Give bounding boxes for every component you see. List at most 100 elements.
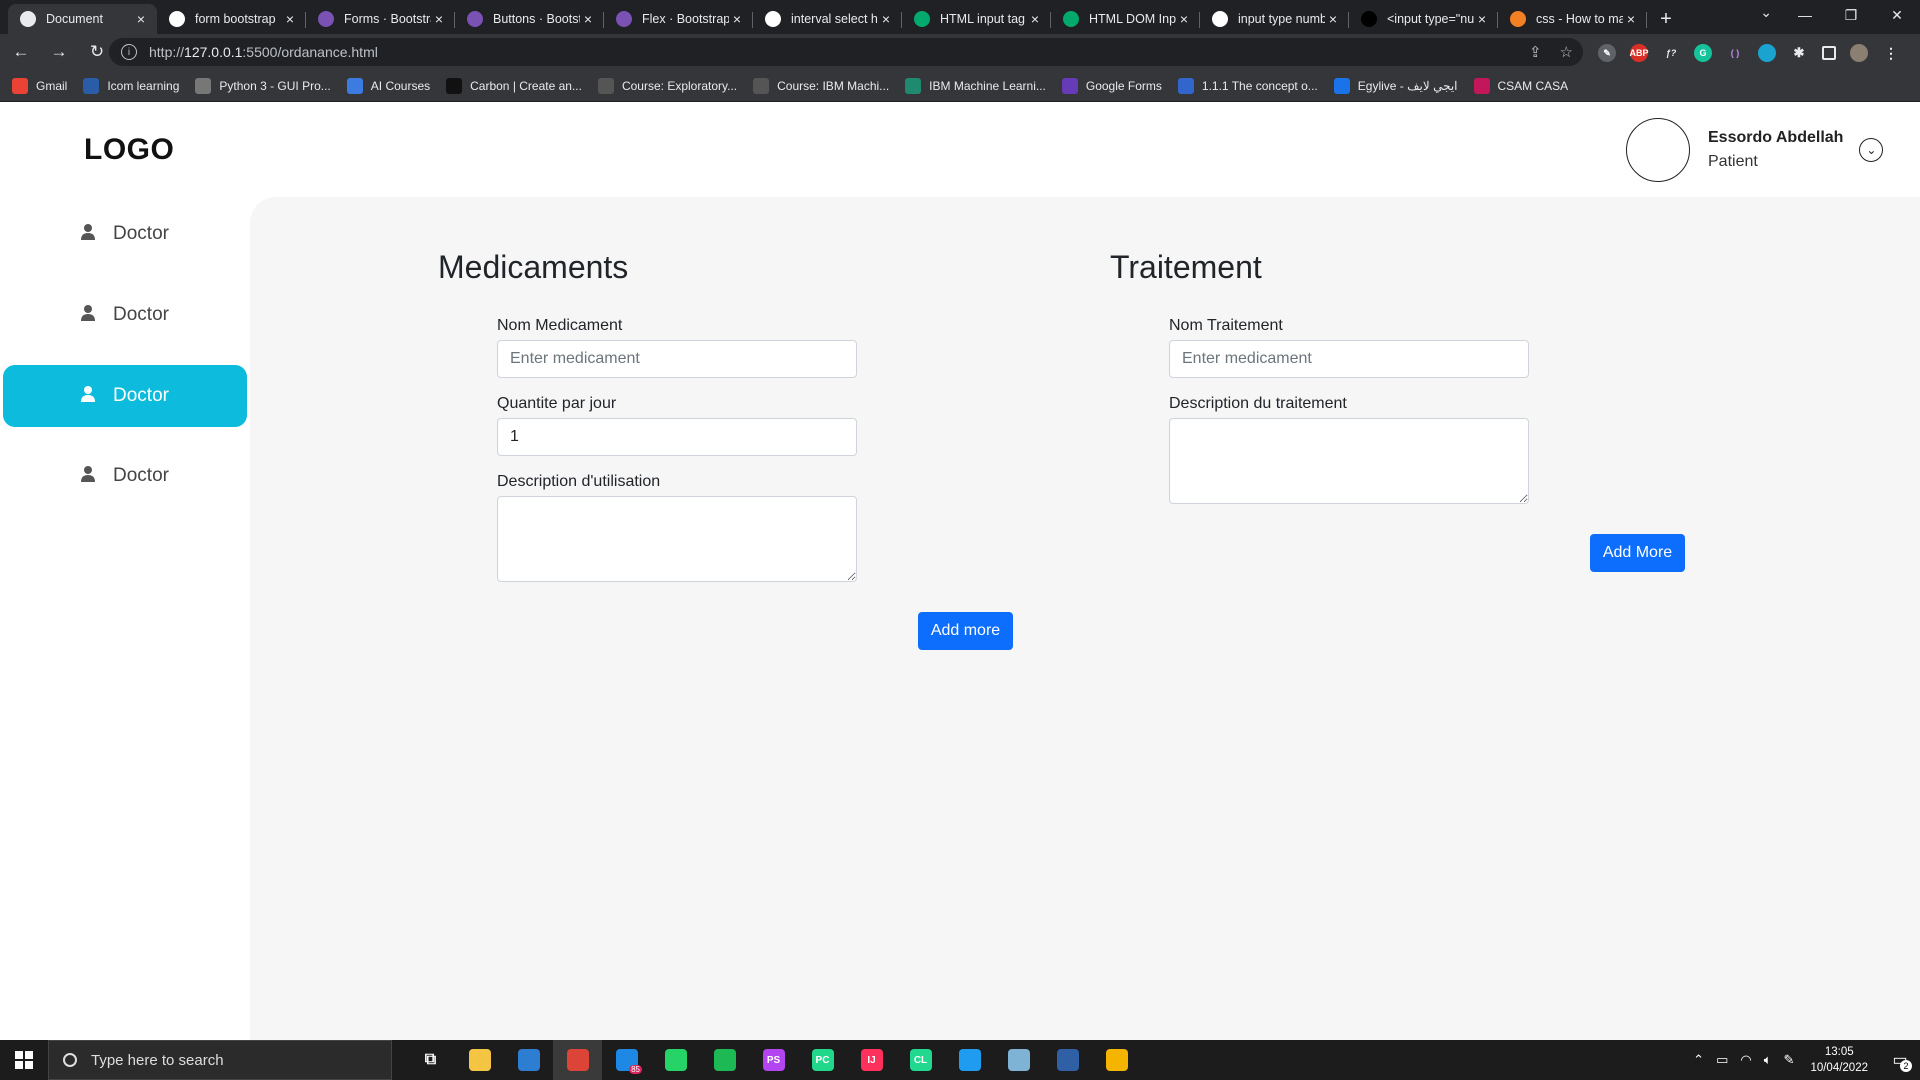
doctor-icon (81, 305, 95, 321)
store-icon[interactable] (504, 1040, 553, 1080)
volume-icon[interactable]: 🔈︎ (1764, 1052, 1772, 1068)
restore-icon[interactable]: ❐ (1828, 0, 1874, 30)
bookmark-item[interactable]: Carbon | Create an... (446, 77, 582, 94)
notification-icon[interactable]: ▭ 2 (1880, 1040, 1920, 1080)
bookmark-item[interactable]: CSAM CASA (1473, 77, 1568, 94)
spotify-icon[interactable] (700, 1040, 749, 1080)
bookmark-item[interactable]: Course: Exploratory... (597, 77, 737, 94)
clion-icon[interactable]: CL (896, 1040, 945, 1080)
browser-tab[interactable]: Document × (8, 4, 157, 34)
clock[interactable]: 13:05 10/04/2022 (1810, 1044, 1868, 1076)
quantite-input[interactable] (497, 418, 857, 456)
mail-icon[interactable]: 85 (602, 1040, 651, 1080)
close-tab-icon[interactable]: × (1325, 11, 1341, 27)
sidebar-item-doctor[interactable]: Doctor (3, 445, 247, 507)
bookmark-item[interactable]: Course: IBM Machi... (753, 77, 889, 94)
bookmark-item[interactable]: Egylive - ايجي لايف (1333, 77, 1458, 94)
forward-icon[interactable]: → (42, 37, 76, 67)
browser-tab[interactable]: Flex · Bootstrap × (604, 4, 753, 34)
add-more-medicament-button[interactable]: Add more (918, 612, 1013, 650)
sidebar-item-doctor[interactable]: Doctor (3, 365, 247, 427)
intellij-icon[interactable]: IJ (847, 1040, 896, 1080)
browser-tab[interactable]: input type number× (1200, 4, 1349, 34)
pycharm-icon[interactable]: PC (798, 1040, 847, 1080)
browser-tab[interactable]: css - How to make× (1498, 4, 1647, 34)
sidebar-item-label: Doctor (113, 385, 169, 406)
bootstrap-icon (318, 11, 334, 27)
adblock-icon[interactable]: ABP (1630, 44, 1649, 62)
edge-extension-icon[interactable] (1758, 44, 1776, 62)
site-info-icon[interactable]: i (121, 44, 137, 60)
sidebar-item-doctor[interactable]: Doctor (3, 203, 247, 265)
bookmark-label: 1.1.1 The concept o... (1201, 78, 1318, 93)
menu-dots-icon[interactable]: ⋮ (1882, 44, 1900, 62)
bookmark-item[interactable]: Python 3 - GUI Pro... (195, 77, 331, 94)
minimize-icon[interactable]: — (1782, 0, 1828, 30)
profile-avatar-icon[interactable] (1850, 44, 1868, 62)
bookmark-item[interactable]: Gmail (12, 77, 67, 94)
tray-chevron-icon[interactable]: ⌃ (1693, 1052, 1704, 1068)
chevron-down-icon[interactable]: ⌄ (1859, 138, 1884, 162)
whatsapp-icon[interactable] (651, 1040, 700, 1080)
address-bar[interactable]: i http://127.0.0.1:5500/ordanance.html ⇪… (109, 38, 1583, 66)
phpstorm-icon[interactable]: PS (749, 1040, 798, 1080)
avatar[interactable] (1626, 118, 1690, 182)
nom-medicament-input[interactable] (497, 340, 857, 378)
bookmark-item[interactable]: IBM Machine Learni... (905, 77, 1046, 94)
nom-traitement-input[interactable] (1169, 340, 1529, 378)
browser-tab[interactable]: form bootstrap × (157, 4, 306, 34)
close-tab-icon[interactable]: × (878, 11, 894, 27)
puzzle-icon[interactable]: ✱ (1790, 44, 1808, 62)
function-icon[interactable]: ƒ? (1662, 44, 1680, 62)
file-explorer-icon[interactable] (455, 1040, 504, 1080)
bookmark-item[interactable]: Icom learning (83, 77, 179, 94)
wifi-icon[interactable]: ◠ (1740, 1052, 1751, 1068)
taskbar-search-box[interactable]: Type here to search (48, 1040, 392, 1080)
notepad-icon[interactable] (994, 1040, 1043, 1080)
browser-tab[interactable]: HTML input tag × (902, 4, 1051, 34)
windows-start-icon[interactable] (0, 1040, 48, 1080)
close-tab-icon[interactable]: × (1474, 11, 1490, 27)
description-utilisation-textarea[interactable] (497, 496, 857, 582)
back-icon[interactable]: ← (4, 37, 38, 67)
medicaments-title: Medicaments (438, 249, 629, 285)
doctor-icon (81, 224, 95, 240)
close-tab-icon[interactable]: × (1623, 11, 1639, 27)
side-panel-icon[interactable] (1822, 46, 1836, 60)
close-tab-icon[interactable]: × (282, 11, 298, 27)
bookmark-star-icon[interactable]: ☆ (1560, 43, 1573, 61)
tab-search-icon[interactable]: ⌄ (1760, 4, 1772, 21)
new-tab-button[interactable]: + (1651, 4, 1681, 34)
grammarly-icon[interactable]: G (1694, 44, 1712, 62)
bookmark-item[interactable]: AI Courses (346, 77, 430, 94)
bookmark-item[interactable]: 1.1.1 The concept o... (1177, 77, 1318, 94)
window-controls: — ❐ ✕ (1782, 0, 1920, 30)
close-tab-icon[interactable]: × (580, 11, 596, 27)
sidebar-item-doctor[interactable]: Doctor (3, 284, 247, 346)
close-tab-icon[interactable]: × (431, 11, 447, 27)
browser-tab[interactable]: Forms · Bootstrap× (306, 4, 455, 34)
bookmark-favicon-icon (753, 77, 770, 94)
extension-icon[interactable]: ✎ (1598, 44, 1616, 62)
pen-icon[interactable]: ✎ (1784, 1052, 1795, 1068)
brackets-icon[interactable]: ( ) (1726, 44, 1744, 62)
close-tab-icon[interactable]: × (133, 11, 149, 27)
browser-tab[interactable]: Buttons · Bootstrap× (455, 4, 604, 34)
bookmark-item[interactable]: Google Forms (1061, 77, 1162, 94)
chrome-second-icon[interactable] (1092, 1040, 1141, 1080)
chrome-taskbar-icon[interactable] (553, 1040, 602, 1080)
add-more-traitement-button[interactable]: Add More (1590, 534, 1685, 572)
description-traitement-textarea[interactable] (1169, 418, 1529, 504)
share-icon[interactable]: ⇪ (1529, 43, 1542, 61)
virtualbox-icon[interactable] (1043, 1040, 1092, 1080)
vscode-icon[interactable] (945, 1040, 994, 1080)
close-window-icon[interactable]: ✕ (1874, 0, 1920, 30)
browser-tab[interactable]: <input type="number">× (1349, 4, 1498, 34)
browser-tab[interactable]: interval select html× (753, 4, 902, 34)
close-tab-icon[interactable]: × (729, 11, 745, 27)
task-view-icon[interactable]: ⧉ (406, 1040, 455, 1080)
battery-icon[interactable]: ▭ (1716, 1052, 1728, 1068)
browser-tab[interactable]: HTML DOM Input× (1051, 4, 1200, 34)
close-tab-icon[interactable]: × (1176, 11, 1192, 27)
close-tab-icon[interactable]: × (1027, 11, 1043, 27)
